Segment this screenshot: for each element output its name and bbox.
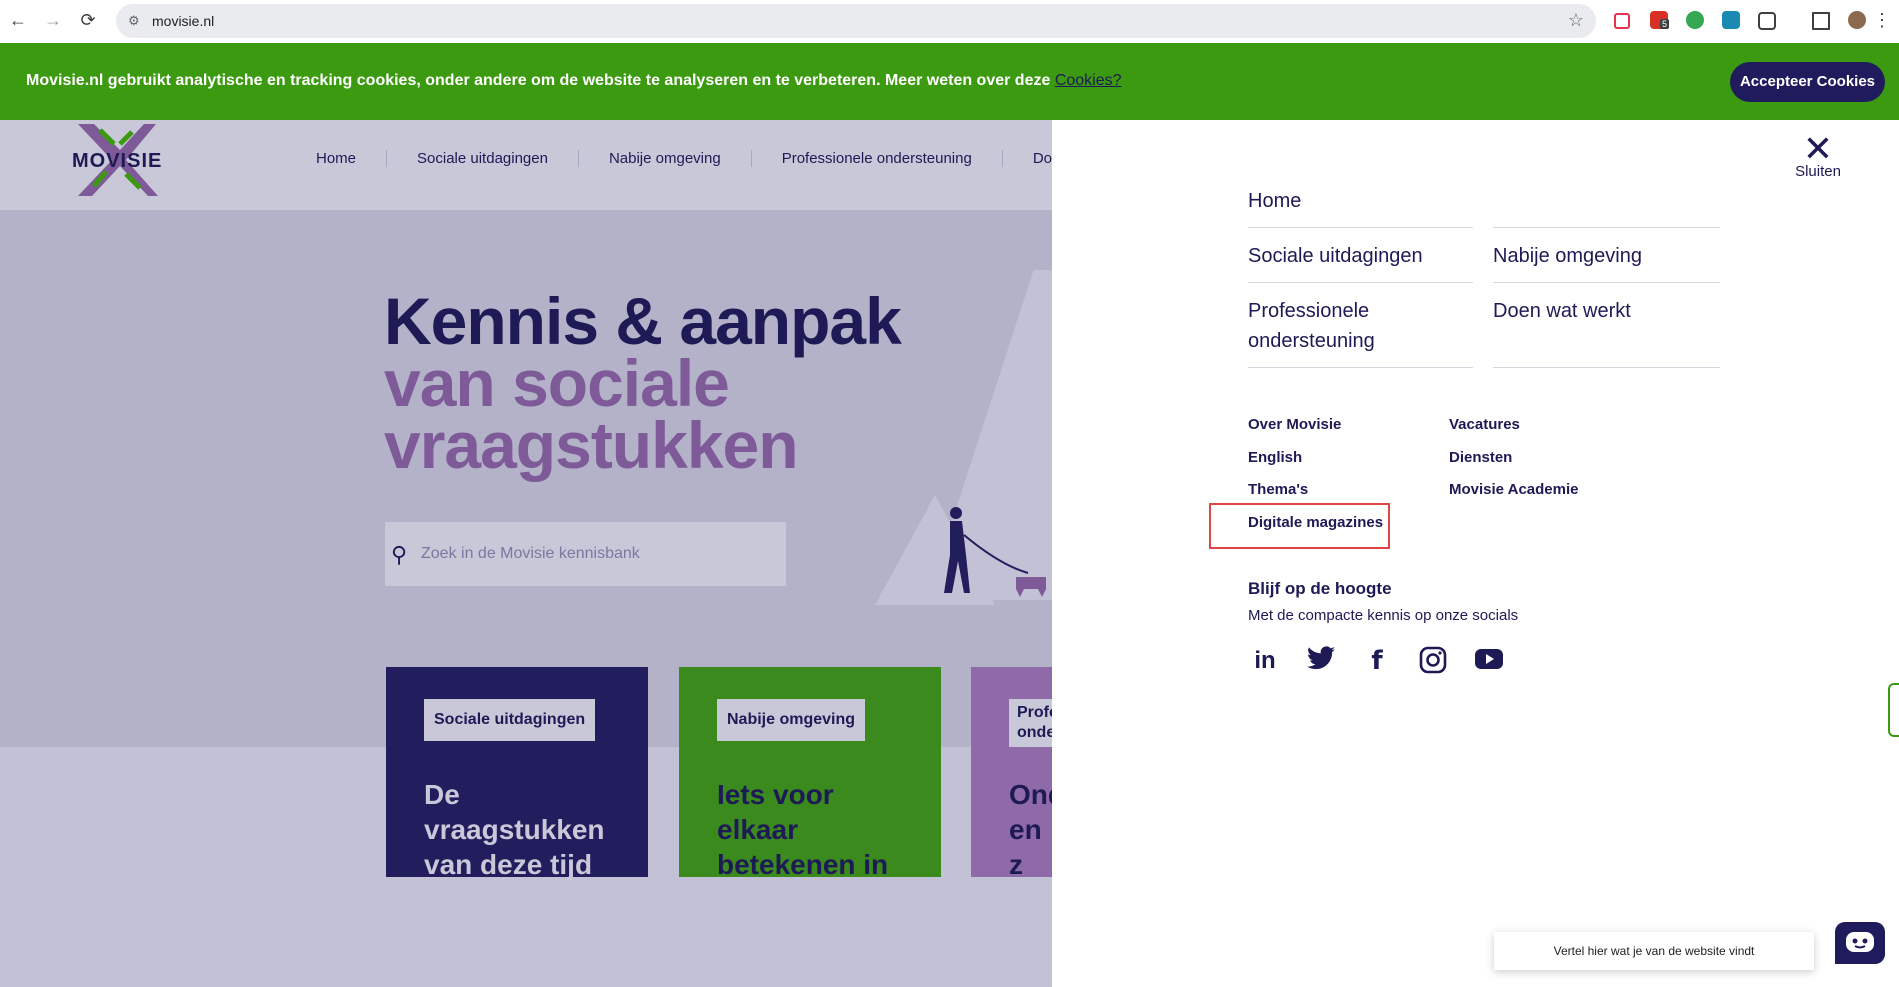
hero-line-3: vraagstukken <box>384 408 799 482</box>
search-icon: ⚲ <box>391 542 408 567</box>
clover-extension-icon[interactable] <box>1686 11 1704 29</box>
card-professionele-ondersteuning[interactable]: Profe onde Ond en z <box>971 667 1052 877</box>
chatbot-face-icon <box>1846 932 1874 952</box>
menu-divider <box>1248 282 1473 283</box>
extension-badge: 5 <box>1660 19 1670 29</box>
menu-divider <box>1248 367 1473 368</box>
address-bar[interactable]: ⚙ movisie.nl ☆ <box>116 4 1596 38</box>
site-settings-icon[interactable]: ⚙ <box>128 13 140 29</box>
movisie-logo[interactable]: MOVISIE <box>70 120 163 198</box>
puzzle-icon[interactable] <box>1758 12 1776 30</box>
hero-line-2: van sociale <box>384 346 730 420</box>
twitter-icon[interactable] <box>1306 646 1336 676</box>
card-text: De vraagstukken van deze tijd <box>424 779 605 880</box>
menu-divider <box>1493 227 1720 228</box>
cookie-message-text: Movisie.nl gebruikt analytische en track… <box>26 72 1055 89</box>
hero-title: Kennis & aanpak van sociale vraagstukken <box>384 284 902 482</box>
card-text: Ond en z <box>1009 779 1052 877</box>
menu-kebab-icon[interactable]: ⋮ <box>1872 10 1892 30</box>
socials-subtext: Met de compacte kennis op onze socials <box>1248 607 1519 624</box>
browser-toolbar: ← → ⟳ ⚙ movisie.nl ☆ 5 ⋮ <box>0 0 1899 44</box>
close-icon: ✕ <box>1802 128 1834 169</box>
menu-divider <box>1493 367 1720 368</box>
menu-item-nabije-omgeving[interactable]: Nabije omgeving <box>1493 241 1642 271</box>
facebook-icon[interactable]: f <box>1362 646 1392 676</box>
nav-home[interactable]: Home <box>300 150 388 167</box>
card-nabije-omgeving[interactable]: Nabije omgeving Iets voor elkaar beteken… <box>679 667 941 880</box>
side-feedback-tab[interactable] <box>1888 683 1899 737</box>
menu-item-sociale-uitdagingen[interactable]: Sociale uitdagingen <box>1248 241 1423 271</box>
menu-panel <box>1052 120 1899 987</box>
walker-with-dog-illustration <box>944 507 1046 597</box>
menu-item-home[interactable]: Home <box>1248 186 1301 216</box>
logo-text: MOVISIE <box>72 150 163 172</box>
card-text: Iets voor elkaar betekenen in <box>717 779 889 880</box>
menu-divider <box>1248 227 1473 228</box>
menu-item-professionele-ondersteuning[interactable]: Professionele ondersteuning <box>1248 296 1398 356</box>
highlight-box <box>1209 503 1390 549</box>
linkedin-icon[interactable]: in <box>1250 646 1280 676</box>
socials-heading: Blijf op de hoogte <box>1248 579 1392 598</box>
card-tag: Profe onde <box>1009 699 1052 747</box>
main-nav: Home Sociale uitdagingen Nabije omgeving Pr… <box>300 150 1052 168</box>
menu-link-themas[interactable]: Thema's <box>1248 481 1308 498</box>
menu-link-english[interactable]: English <box>1248 449 1302 466</box>
feedback-prompt[interactable]: Vertel hier wat je van de website vindt <box>1494 932 1814 970</box>
card-tag: Sociale uitdagingen <box>424 699 596 741</box>
accept-cookies-button[interactable]: Accepteer Cookies <box>1730 62 1885 102</box>
chatbot-button[interactable] <box>1835 922 1885 964</box>
card-sociale-uitdagingen[interactable]: Sociale uitdagingen De vraagstukken van … <box>386 667 648 880</box>
site-header: MOVISIE Home Sociale uitdagingen Nabije om… <box>0 120 1052 210</box>
menu-link-over-movisie[interactable]: Over Movisie <box>1248 416 1341 433</box>
bracket-extension-icon[interactable] <box>1722 11 1740 29</box>
nav-sociale-uitdagingen[interactable]: Sociale uitdagingen <box>387 150 579 167</box>
pocket-icon[interactable] <box>1614 13 1630 29</box>
profile-avatar[interactable] <box>1848 11 1866 29</box>
cookie-banner: Movisie.nl gebruikt analytische en track… <box>0 43 1899 120</box>
close-label: Sluiten <box>1795 163 1841 180</box>
url-text[interactable]: movisie.nl <box>152 13 214 29</box>
menu-item-doen-wat-werkt[interactable]: Doen wat werkt <box>1493 296 1631 326</box>
back-icon[interactable]: ← <box>8 10 28 30</box>
extension-icon[interactable]: 5 <box>1650 11 1670 29</box>
menu-link-vacatures[interactable]: Vacatures <box>1449 416 1520 433</box>
kennisbank-search[interactable]: ⚲ Zoek in de Movisie kennisbank <box>385 522 786 586</box>
card-tag: Nabije omgeving <box>717 699 866 741</box>
sidebar-toggle-icon[interactable] <box>1812 12 1830 30</box>
hero-line-1: Kennis & aanpak <box>384 284 902 358</box>
close-menu-button[interactable]: ✕ Sluiten <box>1793 128 1843 181</box>
youtube-icon[interactable] <box>1474 646 1504 676</box>
instagram-icon[interactable] <box>1418 646 1448 676</box>
forward-icon[interactable]: → <box>43 10 63 30</box>
cookie-message: Movisie.nl gebruikt analytische en track… <box>26 72 1122 90</box>
menu-link-movisie-academie[interactable]: Movisie Academie <box>1449 481 1579 498</box>
reload-icon[interactable]: ⟳ <box>78 10 98 30</box>
nav-nabije-omgeving[interactable]: Nabije omgeving <box>579 150 752 167</box>
search-placeholder[interactable]: Zoek in de Movisie kennisbank <box>421 545 640 563</box>
bookmark-star-icon[interactable]: ☆ <box>1568 10 1584 31</box>
nav-doen-wat-werkt[interactable]: Doe <box>1003 150 1052 167</box>
menu-link-diensten[interactable]: Diensten <box>1449 449 1512 466</box>
menu-divider <box>1493 282 1720 283</box>
nav-professionele-ondersteuning[interactable]: Professionele ondersteuning <box>752 150 1003 167</box>
cookies-link[interactable]: Cookies? <box>1055 72 1122 89</box>
